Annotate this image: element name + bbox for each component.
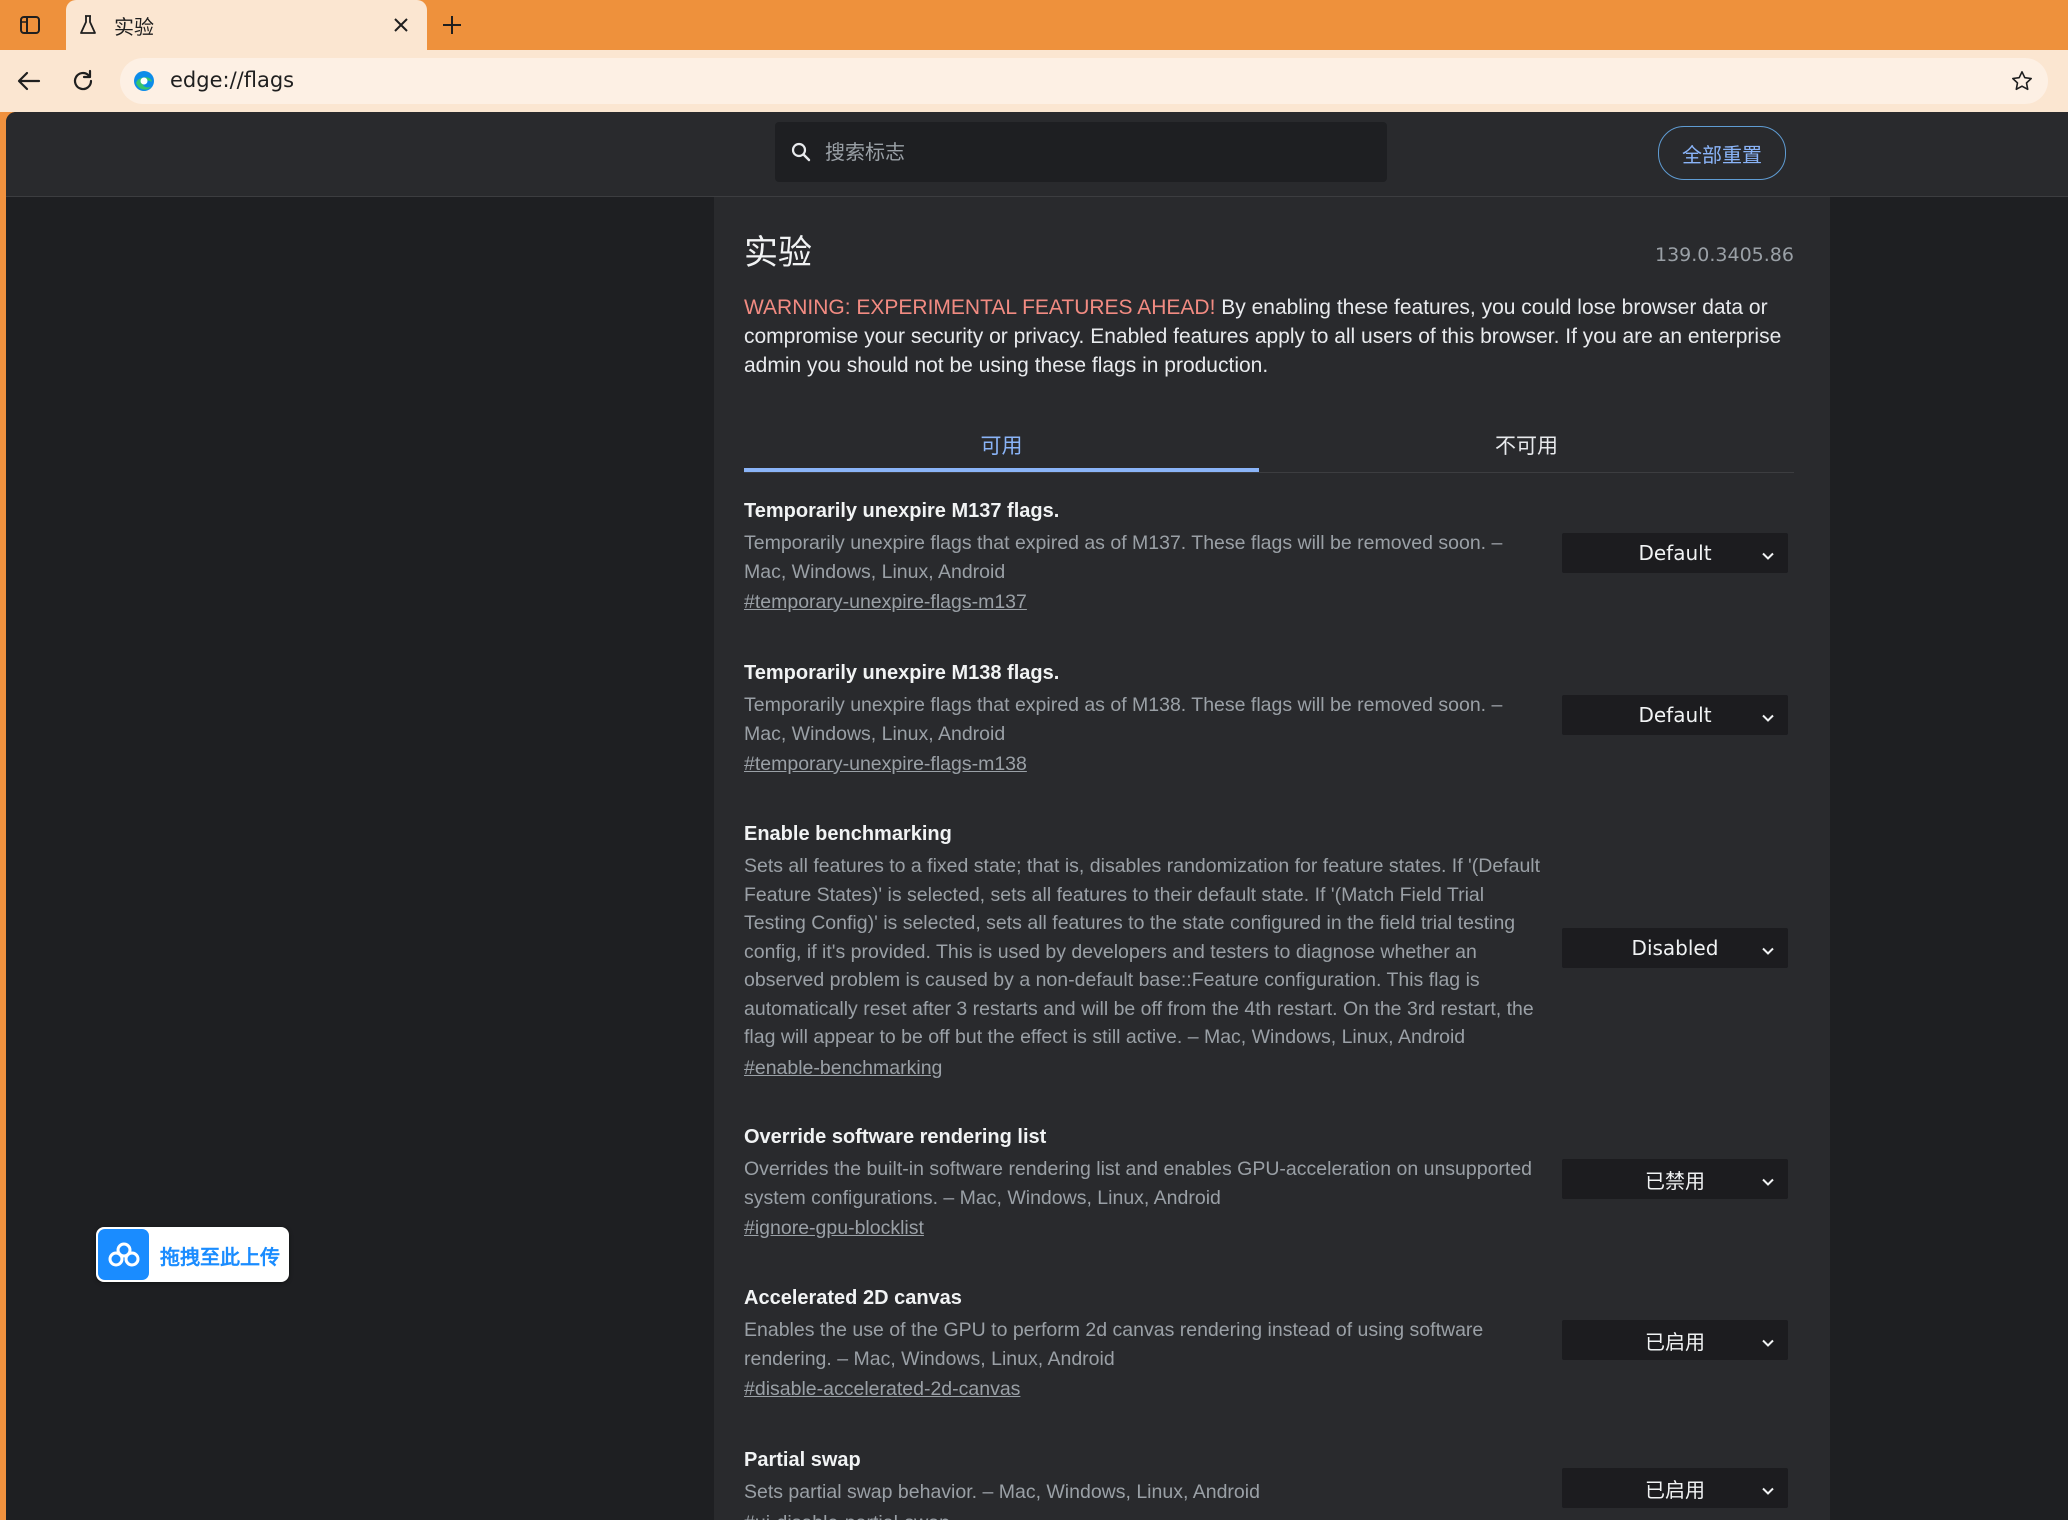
chevron-down-icon [1760, 940, 1776, 956]
flag-description: Sets all features to a fixed state; that… [744, 855, 1541, 1048]
flag-description: Enables the use of the GPU to perform 2d… [744, 1319, 1484, 1370]
flag-state-value: Default [1638, 703, 1712, 727]
cloud-upload-icon [98, 1229, 149, 1280]
flag-state-select[interactable]: 已禁用 [1562, 1159, 1788, 1199]
main-content: 实验 139.0.3405.86 WARNING: EXPERIMENTAL F… [714, 197, 1830, 1520]
flag-title: Temporarily unexpire M138 flags. [744, 662, 1060, 684]
flag-state-value: Disabled [1631, 936, 1719, 960]
reset-all-button[interactable]: 全部重置 [1658, 126, 1786, 180]
flag-item: Partial swap Sets partial swap behavior.… [744, 1446, 1794, 1520]
flask-icon [76, 13, 100, 37]
reload-icon[interactable] [66, 64, 100, 98]
tab-bar: 可用 不可用 [744, 419, 1794, 473]
flag-title: Accelerated 2D canvas [744, 1287, 962, 1309]
browser-toolbar: edge://flags [0, 50, 2068, 112]
flag-state-select[interactable]: Default [1562, 695, 1788, 735]
tab-actions-icon[interactable] [12, 9, 48, 41]
flag-title: Enable benchmarking [744, 823, 952, 845]
version-label: 139.0.3405.86 [1654, 244, 1794, 266]
flag-anchor-link[interactable]: #disable-accelerated-2d-canvas [744, 1375, 1020, 1403]
flag-anchor-link[interactable]: #ui-disable-partial-swap [744, 1509, 950, 1520]
flag-item: Accelerated 2D canvas Enables the use of… [744, 1284, 1794, 1403]
flag-anchor-link[interactable]: #temporary-unexpire-flags-m137 [744, 588, 1027, 616]
flag-state-value: 已启用 [1645, 1329, 1705, 1354]
upload-widget[interactable]: 拖拽至此上传 [96, 1227, 289, 1282]
chevron-down-icon [1760, 1480, 1776, 1496]
flag-anchor-link[interactable]: #temporary-unexpire-flags-m138 [744, 750, 1027, 778]
favorite-star-icon[interactable] [2008, 67, 2036, 95]
flag-state-value: Default [1638, 541, 1712, 565]
browser-tab[interactable]: 实验 [66, 0, 427, 50]
flag-state-select[interactable]: Default [1562, 533, 1788, 573]
search-icon [789, 140, 813, 164]
flag-state-value: 已启用 [1645, 1477, 1705, 1502]
flag-description: Temporarily unexpire flags that expired … [744, 694, 1503, 745]
flag-state-value: 已禁用 [1645, 1168, 1705, 1193]
upload-label: 拖拽至此上传 [160, 1245, 280, 1269]
tab-available[interactable]: 可用 [744, 419, 1259, 472]
flag-description: Overrides the built-in software renderin… [744, 1158, 1533, 1209]
warning-prefix: WARNING: EXPERIMENTAL FEATURES AHEAD! [744, 296, 1216, 319]
search-box[interactable] [775, 122, 1387, 182]
title-bar: 实验 [0, 0, 2068, 50]
page-title: 实验 [744, 233, 812, 273]
flag-anchor-link[interactable]: #ignore-gpu-blocklist [744, 1214, 924, 1242]
flag-item: Temporarily unexpire M138 flags. Tempora… [744, 659, 1794, 778]
flags-page: 全部重置 实验 139.0.3405.86 WARNING: EXPERIMEN… [6, 112, 2068, 1520]
flag-item: Enable benchmarking Sets all features to… [744, 820, 1794, 1082]
flag-title: Temporarily unexpire M137 flags. [744, 500, 1060, 522]
close-icon[interactable] [388, 12, 414, 38]
page-header: 全部重置 [6, 112, 2068, 197]
flag-item: Temporarily unexpire M137 flags. Tempora… [744, 497, 1794, 616]
flag-state-select[interactable]: Disabled [1562, 928, 1788, 968]
flag-item: Override software rendering list Overrid… [744, 1123, 1794, 1242]
tab-title: 实验 [114, 15, 154, 39]
url-text[interactable]: edge://flags [170, 68, 294, 92]
flag-state-select[interactable]: 已启用 [1562, 1320, 1788, 1360]
flag-title: Override software rendering list [744, 1126, 1047, 1148]
chevron-down-icon [1760, 545, 1776, 561]
back-arrow-icon[interactable] [12, 64, 46, 98]
warning-text: WARNING: EXPERIMENTAL FEATURES AHEAD! By… [744, 293, 1794, 380]
chevron-down-icon [1760, 1171, 1776, 1187]
new-tab-icon[interactable] [436, 9, 468, 41]
edge-logo-icon [132, 69, 156, 93]
address-bar[interactable]: edge://flags [120, 58, 2048, 104]
flag-description: Sets partial swap behavior. – Mac, Windo… [744, 1481, 1260, 1503]
flag-state-select[interactable]: 已启用 [1562, 1468, 1788, 1508]
search-input[interactable] [825, 122, 1365, 182]
flag-description: Temporarily unexpire flags that expired … [744, 532, 1503, 583]
tab-unavailable[interactable]: 不可用 [1259, 419, 1794, 471]
flag-anchor-link[interactable]: #enable-benchmarking [744, 1054, 942, 1082]
chevron-down-icon [1760, 1332, 1776, 1348]
chevron-down-icon [1760, 707, 1776, 723]
